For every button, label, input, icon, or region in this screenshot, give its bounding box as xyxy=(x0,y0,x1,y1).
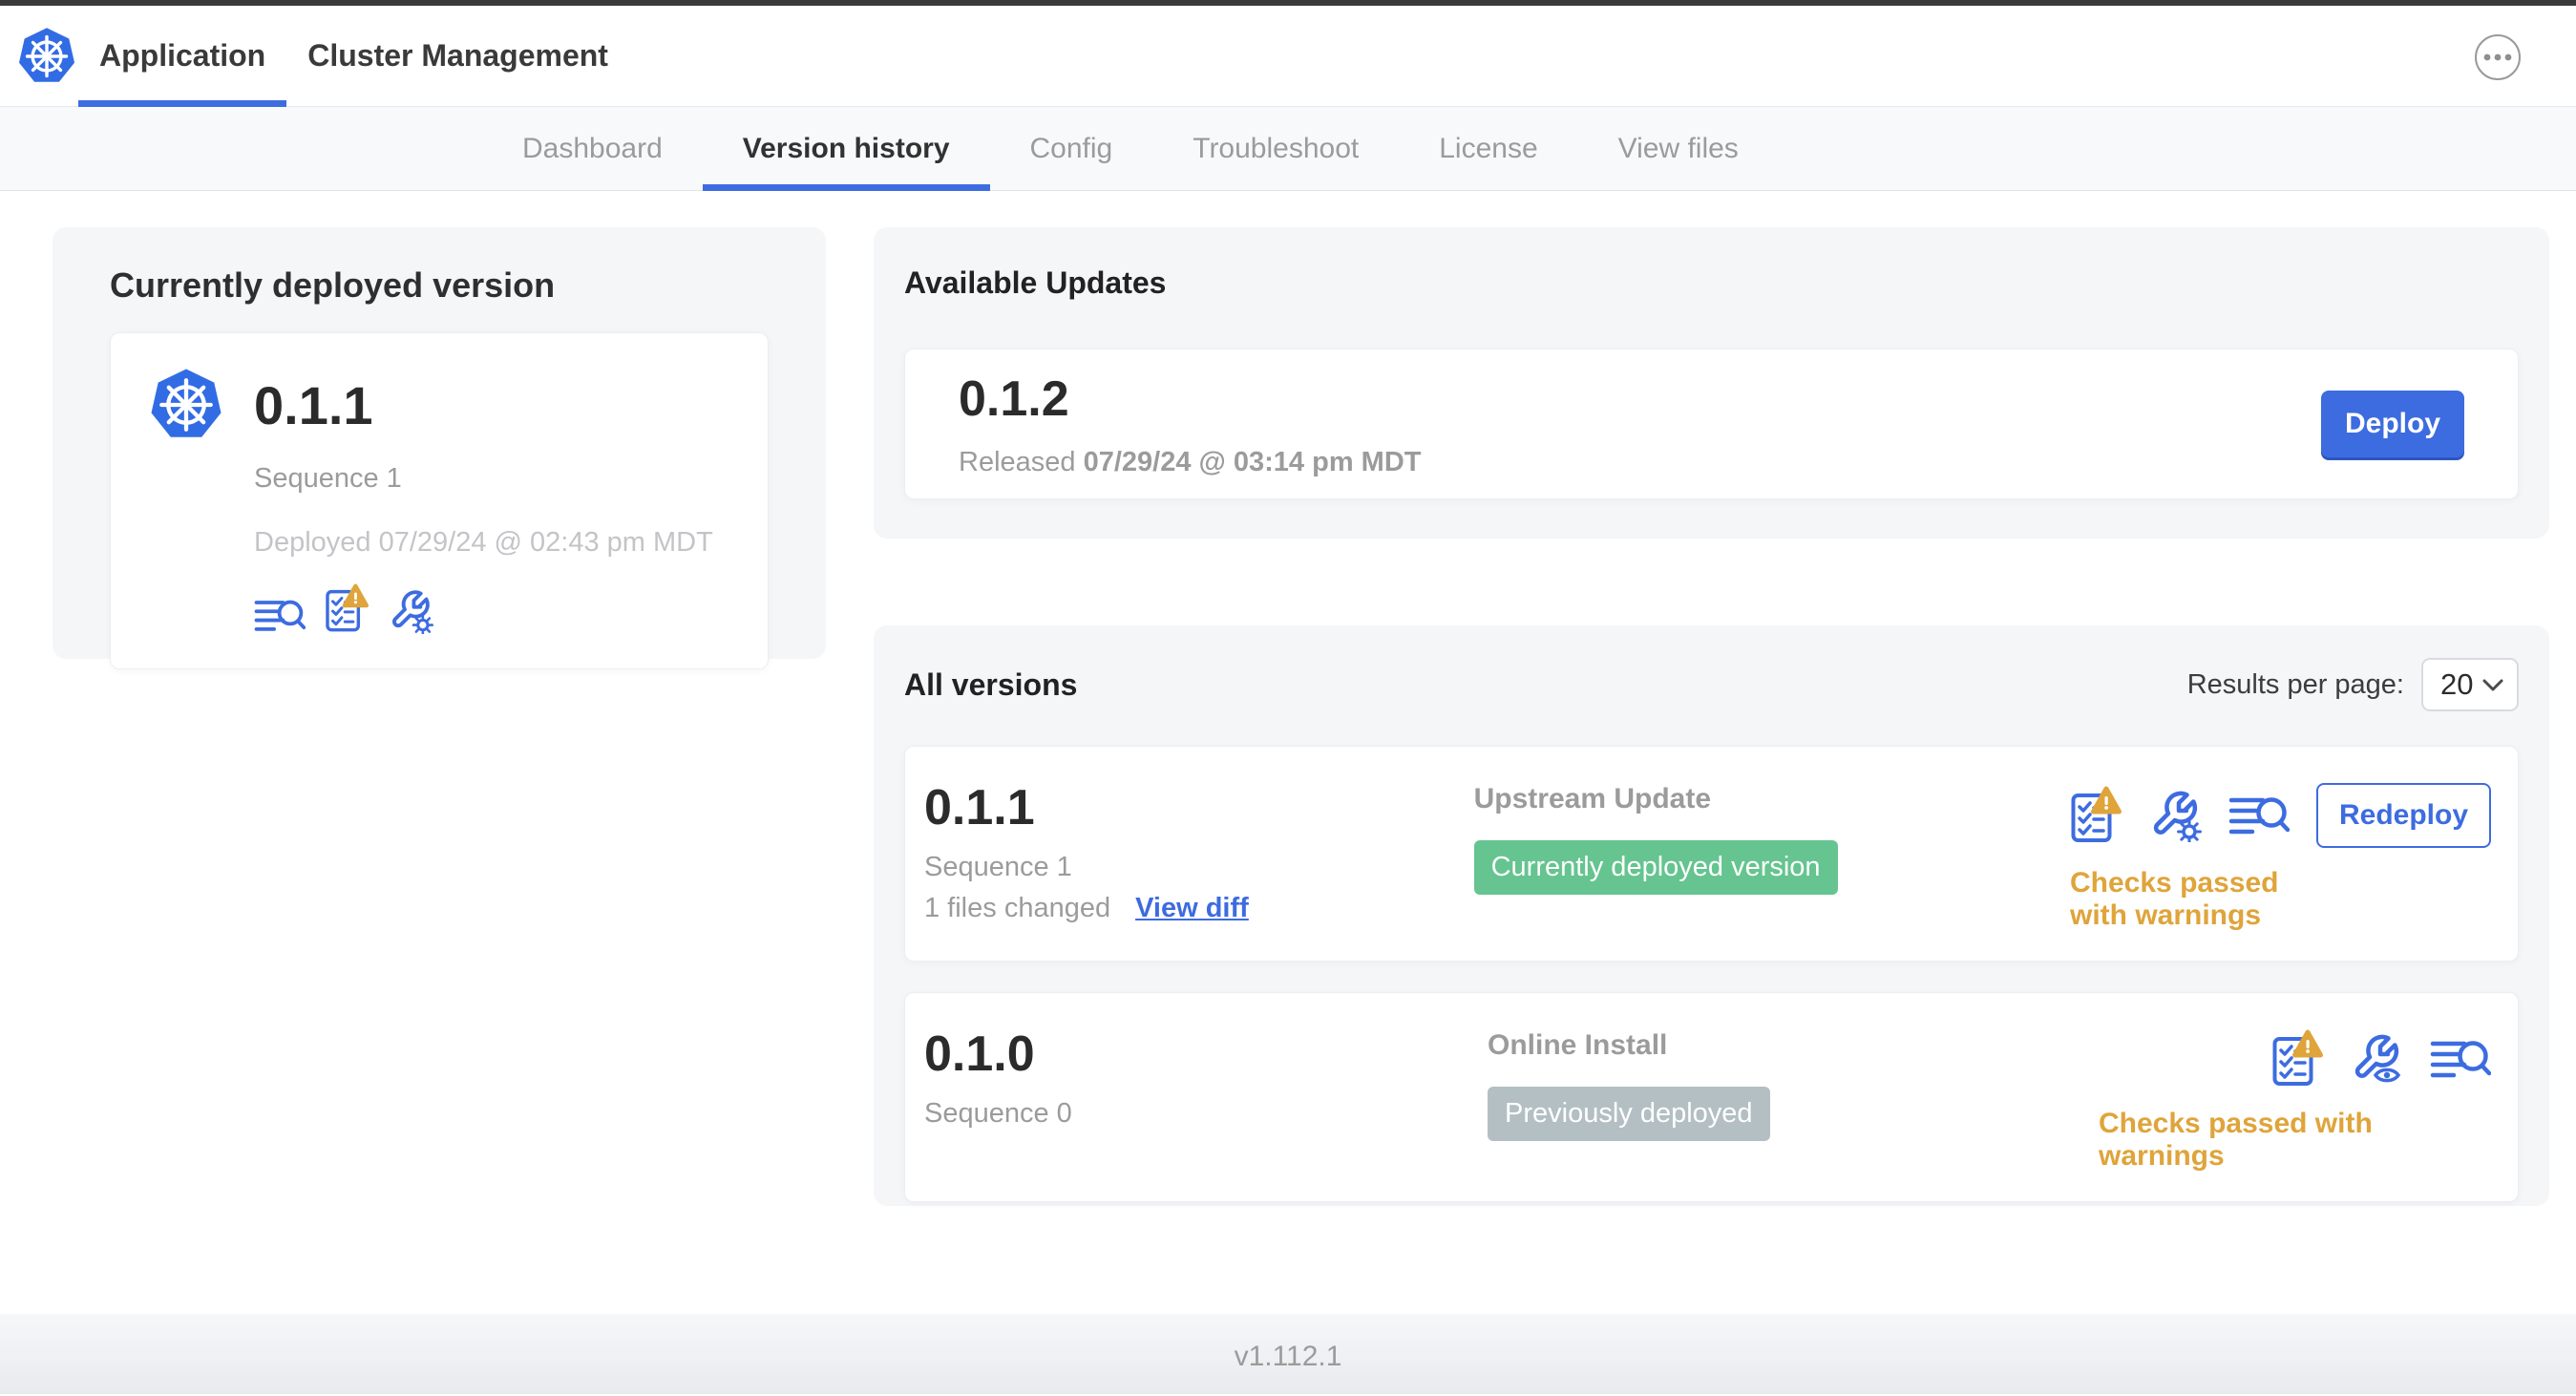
header-tabs: Application Cluster Management xyxy=(78,6,629,107)
release-notes-icon[interactable] xyxy=(254,597,306,634)
released-prefix: Released xyxy=(959,446,1084,477)
subnav-dashboard[interactable]: Dashboard xyxy=(482,107,703,190)
ellipsis-icon xyxy=(2483,53,2512,61)
version-source: Online Install xyxy=(1488,1029,1668,1061)
available-updates-title: Available Updates xyxy=(904,265,1167,300)
currently-deployed-title: Currently deployed version xyxy=(110,265,556,305)
view-config-icon[interactable] xyxy=(2350,1032,2403,1086)
more-options-button[interactable] xyxy=(2475,34,2521,80)
version-sequence: Sequence 1 xyxy=(924,852,1072,882)
preflight-checks-warning-icon[interactable] xyxy=(2070,786,2122,845)
status-badge: Previously deployed xyxy=(1488,1087,1770,1141)
admin-console-page: Application Cluster Management Dashboard… xyxy=(0,0,2576,1396)
version-row-0-1-1: 0.1.1 Sequence 1 1 files changed View di… xyxy=(904,746,2519,962)
preflight-status-text: Checks passed with warnings xyxy=(2070,867,2279,931)
view-diff-link[interactable]: View diff xyxy=(1135,893,1249,924)
version-row-0-1-0: 0.1.0 Sequence 0 Online Install Previous… xyxy=(904,992,2519,1202)
version-source: Upstream Update xyxy=(1473,783,1712,814)
version-actions-col: Redeploy Checks passed with warnings xyxy=(2070,779,2491,932)
preflight-status-text: Checks passed with warnings xyxy=(2099,1108,2373,1172)
subnav-config-label: Config xyxy=(1029,132,1113,164)
released-date: 07/29/24 @ 03:14 pm MDT xyxy=(1083,446,1422,477)
app-subnav: Dashboard Version history Config Trouble… xyxy=(0,107,2576,191)
main-content: Currently deployed version 0.1.1 Sequenc… xyxy=(0,191,2576,1314)
top-header: Application Cluster Management xyxy=(0,6,2576,107)
tab-application-label: Application xyxy=(99,38,266,73)
chevron-down-icon xyxy=(2482,679,2503,691)
version-info: 0.1.1 Sequence 1 1 files changed View di… xyxy=(924,779,1474,932)
subnav-dashboard-label: Dashboard xyxy=(522,132,663,164)
subnav-troubleshoot[interactable]: Troubleshoot xyxy=(1152,107,1399,190)
subnav-view-files[interactable]: View files xyxy=(1578,107,1779,190)
edit-config-icon[interactable] xyxy=(388,588,433,634)
edit-config-icon[interactable] xyxy=(2148,789,2202,842)
available-update-row: 0.1.2 Released 07/29/24 @ 03:14 pm MDT D… xyxy=(904,349,2519,499)
version-actions-col: Checks passed with warnings xyxy=(2099,1026,2491,1173)
deployed-timestamp: Deployed 07/29/24 @ 02:43 pm MDT xyxy=(254,527,713,558)
files-changed-line: 1 files changed View diff xyxy=(924,893,1474,924)
app-logo xyxy=(17,27,76,86)
deploy-button[interactable]: Deploy xyxy=(2321,391,2464,457)
version-rows: 0.1.1 Sequence 1 1 files changed View di… xyxy=(904,746,2519,1202)
kubernetes-logo xyxy=(149,368,223,442)
results-per-page-select[interactable]: 20 xyxy=(2421,658,2519,711)
subnav-troubleshoot-label: Troubleshoot xyxy=(1193,132,1360,164)
version-number: 0.1.0 xyxy=(924,1026,1035,1082)
subnav-license-label: License xyxy=(1439,132,1538,164)
version-source-col: Upstream Update Currently deployed versi… xyxy=(1473,779,2070,932)
results-per-page-value: 20 xyxy=(2440,667,2474,701)
tab-cluster-management-label: Cluster Management xyxy=(307,38,608,73)
deployed-version-number: 0.1.1 xyxy=(254,374,373,435)
redeploy-button[interactable]: Redeploy xyxy=(2316,783,2491,848)
version-info: 0.1.0 Sequence 0 xyxy=(924,1026,1488,1173)
deployed-version-actions xyxy=(254,583,729,634)
kubernetes-logo xyxy=(17,27,76,86)
subnav-version-history[interactable]: Version history xyxy=(702,107,990,191)
subnav-version-history-label: Version history xyxy=(742,132,950,164)
page-footer: v1.112.1 xyxy=(0,1314,2576,1394)
console-version: v1.112.1 xyxy=(1234,1341,1342,1372)
version-number: 0.1.1 xyxy=(924,780,1035,835)
release-notes-icon[interactable] xyxy=(2228,793,2290,837)
results-per-page-label: Results per page: xyxy=(2186,668,2404,700)
tab-cluster-management[interactable]: Cluster Management xyxy=(286,6,629,106)
deployed-sequence: Sequence 1 xyxy=(254,463,402,494)
files-changed-label: 1 files changed xyxy=(924,893,1111,923)
currently-deployed-inner: 0.1.1 Sequence 1 Deployed 07/29/24 @ 02:… xyxy=(110,332,769,669)
preflight-checks-warning-icon[interactable] xyxy=(325,583,369,634)
subnav-view-files-label: View files xyxy=(1617,132,1739,164)
currently-deployed-card: Currently deployed version 0.1.1 Sequenc… xyxy=(53,227,826,669)
version-actions xyxy=(2271,1029,2491,1089)
all-versions-card: All versions Results per page: 20 0.1.1 … xyxy=(874,625,2549,1206)
update-released-line: Released 07/29/24 @ 03:14 pm MDT xyxy=(959,447,1421,478)
version-source-col: Online Install Previously deployed xyxy=(1488,1026,2099,1173)
status-badge: Currently deployed version xyxy=(1473,840,1838,895)
version-sequence: Sequence 0 xyxy=(924,1098,1072,1129)
all-versions-header: All versions Results per page: 20 xyxy=(904,658,2519,711)
subnav-config[interactable]: Config xyxy=(990,107,1153,190)
results-per-page: Results per page: 20 xyxy=(2187,658,2519,711)
release-notes-icon[interactable] xyxy=(2430,1037,2491,1081)
update-version-number: 0.1.2 xyxy=(959,370,1069,427)
available-updates-card: Available Updates 0.1.2 Released 07/29/2… xyxy=(874,227,2549,539)
tab-application[interactable]: Application xyxy=(78,6,287,107)
all-versions-title: All versions xyxy=(904,666,1078,702)
preflight-checks-warning-icon[interactable] xyxy=(2271,1029,2323,1089)
subnav-license[interactable]: License xyxy=(1399,107,1577,190)
version-actions: Redeploy xyxy=(2070,783,2491,848)
